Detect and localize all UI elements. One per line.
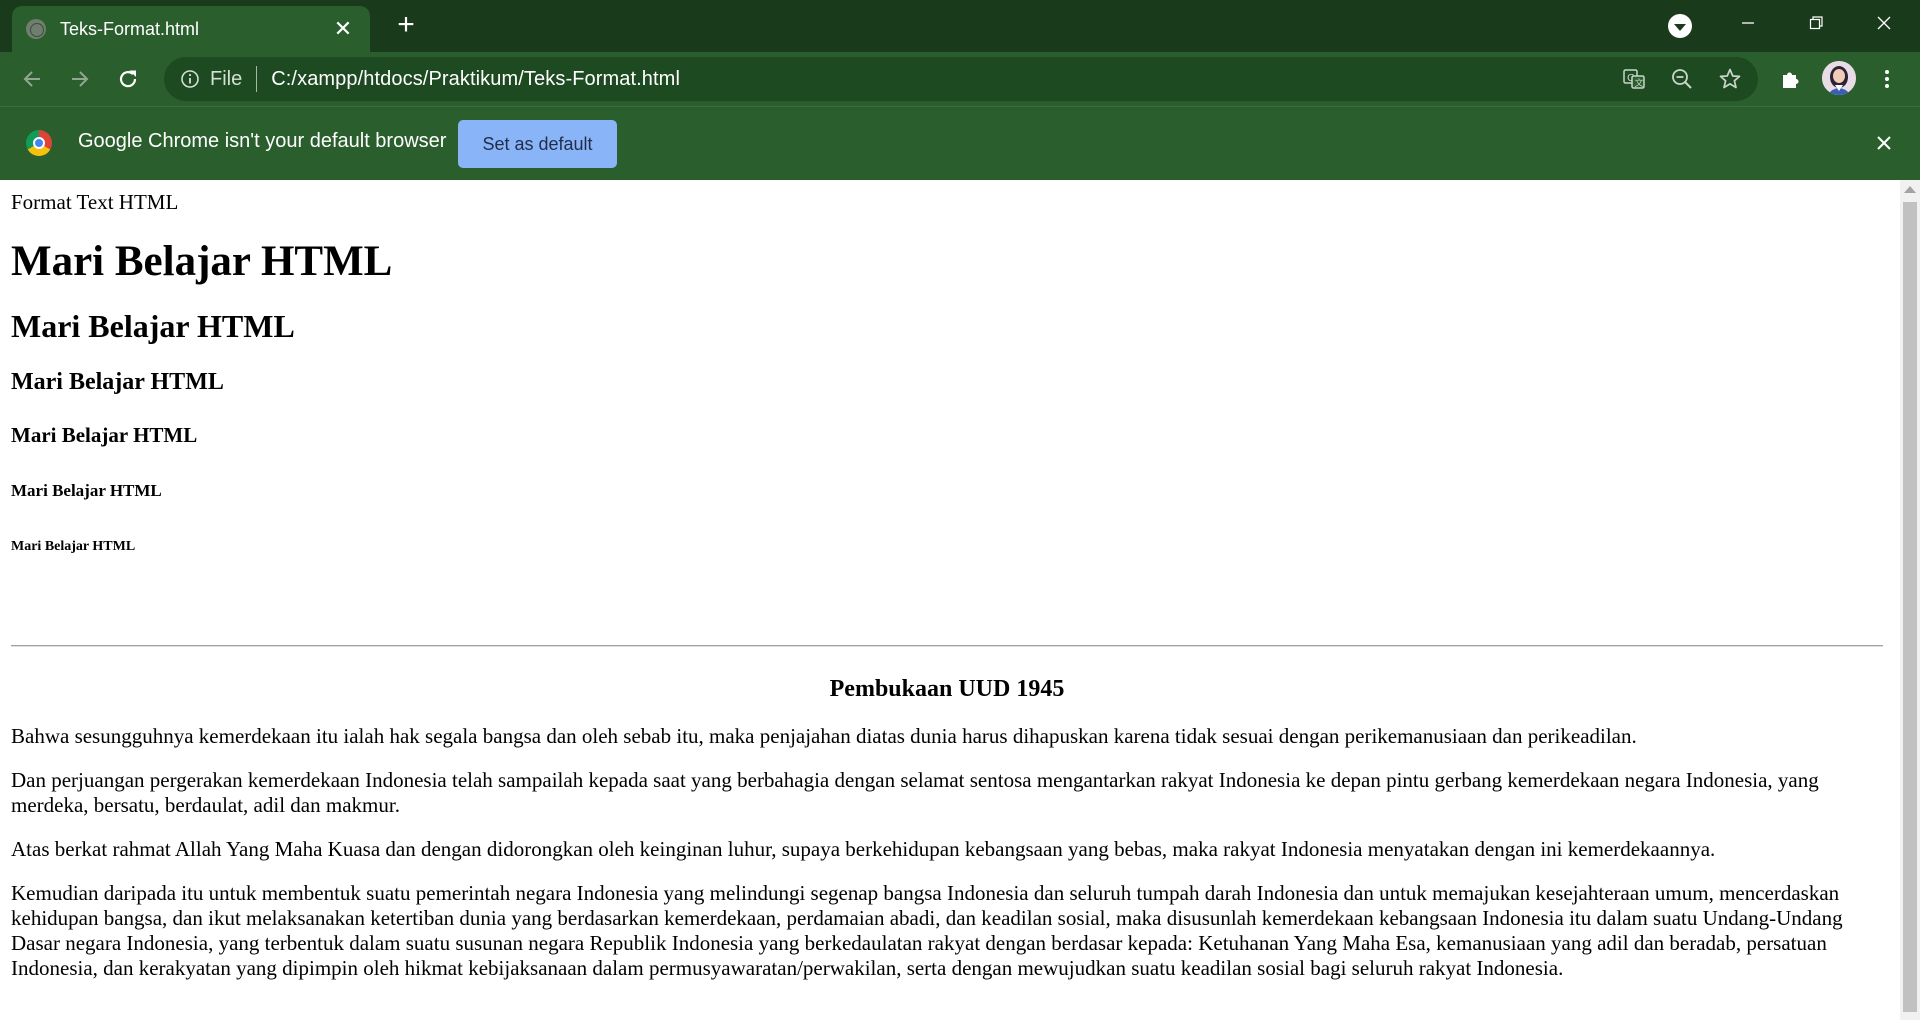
minimize-icon [1742, 22, 1754, 24]
tab-close-icon[interactable]: ✕ [330, 16, 356, 42]
puzzle-icon[interactable] [1774, 62, 1808, 96]
scroll-up-icon[interactable] [1904, 186, 1916, 193]
info-icon[interactable] [178, 67, 202, 91]
forward-button[interactable] [62, 61, 98, 97]
page-plain-title: Format Text HTML [11, 190, 179, 214]
restore-icon [1809, 16, 1823, 30]
paragraph: Bahwa sesungguhnya kemerdekaan itu ialah… [11, 724, 1637, 748]
window-close-button[interactable] [1855, 0, 1913, 46]
globe-icon [26, 19, 46, 39]
star-icon[interactable] [1713, 62, 1747, 96]
page-content: Format Text HTML Mari Belajar HTML Mari … [11, 180, 1883, 981]
translate-icon[interactable]: G 文 [1617, 62, 1651, 96]
restore-button[interactable] [1787, 0, 1845, 46]
tab-strip: Teks-Format.html ✕ + [0, 0, 1920, 52]
vertical-scrollbar[interactable] [1900, 180, 1920, 1020]
avatar[interactable] [1822, 61, 1856, 95]
paragraph: Kemudian daripada itu untuk membentuk su… [11, 881, 1843, 980]
url-text[interactable]: C:/xampp/htdocs/Praktikum/Teks-Format.ht… [271, 68, 680, 91]
chrome-logo-icon [26, 130, 52, 156]
scrollbar-thumb[interactable] [1903, 202, 1917, 1012]
minimize-button[interactable] [1719, 0, 1777, 46]
heading-h2: Mari Belajar HTML [11, 308, 295, 344]
reload-icon [119, 70, 137, 88]
heading-h1: Mari Belajar HTML [11, 238, 393, 285]
omnibox-divider [256, 66, 258, 92]
new-tab-button[interactable]: + [390, 10, 422, 42]
scheme-label: File [210, 67, 243, 90]
set-as-default-button[interactable]: Set as default [458, 120, 617, 168]
heading-h6: Mari Belajar HTML [11, 539, 136, 554]
tab-title: Teks-Format.html [60, 18, 200, 39]
section-title: Pembukaan UUD 1945 [829, 676, 1065, 702]
close-icon [1877, 16, 1891, 30]
page-viewport: Format Text HTML Mari Belajar HTML Mari … [0, 180, 1900, 1020]
heading-h5: Mari Belajar HTML [11, 481, 162, 500]
arrow-right-icon [72, 71, 89, 87]
infobar-message: Google Chrome isn't your default browser [78, 130, 447, 152]
infobar-close-icon[interactable] [1870, 129, 1898, 157]
back-button[interactable] [14, 61, 50, 97]
kebab-menu-icon[interactable] [1870, 62, 1904, 96]
svg-text:文: 文 [1635, 77, 1644, 89]
paragraph: Atas berkat rahmat Allah Yang Maha Kuasa… [11, 837, 1716, 861]
heading-h4: Mari Belajar HTML [11, 423, 198, 447]
horizontal-rule [11, 645, 1883, 647]
reload-button[interactable] [110, 61, 146, 97]
default-browser-infobar: Google Chrome isn't your default browser… [0, 106, 1920, 180]
zoom-out-icon[interactable] [1665, 62, 1699, 96]
arrow-left-icon [23, 71, 40, 87]
tab-search-icon[interactable] [1668, 14, 1692, 38]
address-bar[interactable]: File C:/xampp/htdocs/Praktikum/Teks-Form… [164, 57, 1758, 101]
browser-toolbar: File C:/xampp/htdocs/Praktikum/Teks-Form… [0, 52, 1920, 106]
paragraph: Dan perjuangan pergerakan kemerdekaan In… [11, 768, 1819, 817]
browser-tab[interactable]: Teks-Format.html ✕ [12, 6, 370, 52]
heading-h3: Mari Belajar HTML [11, 369, 224, 395]
